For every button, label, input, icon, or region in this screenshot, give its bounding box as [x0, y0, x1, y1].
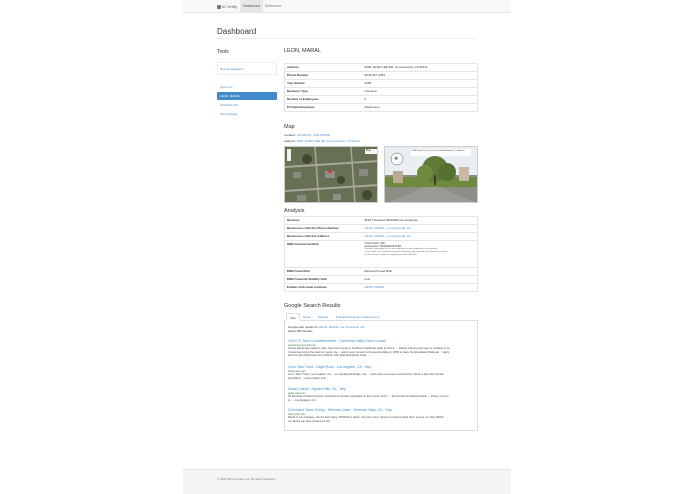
row-key: Businesses with this Phone Number [284, 224, 363, 233]
table-row: Business Type Unknown [284, 87, 478, 96]
table-row: DNB Financial Stability Risk Low [284, 275, 478, 284]
result-snippet: H. ... Los Angeles, CA. [288, 397, 317, 402]
row-value: 2906 JANET LEE DR, La Crescenta, CA 9121… [362, 63, 478, 72]
row-key: Year Started [284, 79, 363, 88]
intro-query-link[interactable]: LEON, MARAL, La Crescenta, CA [319, 325, 365, 329]
phone-matches-link[interactable]: LEON, MARAL - La Crescenta, CA [362, 224, 478, 233]
business-name: LEON, MARAL [284, 48, 321, 54]
table-row: Year Started 2005 [284, 79, 478, 88]
location-line: Location: 34.234179, -118.237008 [284, 133, 330, 137]
analysis-table: Revenue $500 Thousand ($100000 per employ… [284, 216, 478, 292]
row-value: 0 [362, 95, 478, 104]
map-type-button[interactable]: Map [366, 149, 371, 152]
tab-principal-employee[interactable]: Principal Employee (Maral Leon) [333, 313, 383, 321]
sidebar-item-access-inc[interactable]: ACCESS INC [217, 101, 277, 109]
street-view-caption: 2906 Janet Lee Dr, La Crescenta-Montrose… [412, 150, 465, 152]
row-key: Address [284, 63, 363, 72]
row-value: (818) 957-4059 [362, 71, 478, 80]
new-investigation-link[interactable]: New Investigation [217, 65, 277, 73]
search-section-title: Google Search Results [284, 303, 341, 309]
footer: © 2013 Who Knows, Inc. All rights reserv… [183, 469, 511, 494]
principle-entities-link[interactable]: LEON, MARAL [362, 283, 478, 292]
row-value: 2005 [362, 79, 478, 88]
map-section-title: Map [284, 124, 295, 130]
table-row: Address 2906 JANET LEE DR, La Crescenta, … [284, 63, 478, 72]
row-value: Unknown [362, 87, 478, 96]
brand[interactable]: ID Verify [217, 4, 237, 9]
divider [217, 38, 477, 39]
table-row: Number of Employees 0 [284, 95, 478, 104]
row-value: Reduced Fraud Risk [362, 267, 478, 276]
page-container: ID Verify Dashboard Reference Dashboard … [183, 0, 511, 494]
search-intro: Google web results for LEON, MARAL, La C… [288, 325, 474, 333]
location-label: Location: [284, 133, 297, 137]
analysis-section-title: Analysis [284, 208, 305, 214]
id-card-icon [217, 4, 221, 9]
row-value: $500 Thousand ($100000 per employee [362, 216, 478, 225]
table-row: Businesses with this Phone Number LEON, M… [284, 224, 478, 233]
address-label: Address: [284, 139, 296, 143]
list-item: Maral Cuisine - Agoura Hills, CA - Yelp … [288, 387, 474, 402]
table-row: DNB Commercial Risk Credit Score: 528 As… [284, 240, 478, 268]
list-item: Scheduled Glass Tinting - Sherman Oaks -… [288, 408, 474, 423]
tab-patents[interactable]: Patents [315, 313, 331, 321]
page-title: Dashboard [217, 27, 257, 36]
risk-note: of slow history. Limited or insignifican… [364, 254, 418, 257]
table-row: Entities with same principle LEON, MARAL [284, 283, 478, 292]
row-key: DNB Fraud Risk [284, 267, 363, 276]
row-key: Business Type [284, 87, 363, 96]
row-key: DNB Financial Stability Risk [284, 275, 363, 284]
street-view-image [385, 147, 477, 202]
sidebar-item-leon-maral[interactable]: LEON, MARAL [217, 92, 277, 100]
location-link[interactable]: 34.234179, -118.237008 [297, 133, 329, 137]
street-view[interactable]: 2906 Janet Lee Dr, La Crescenta-Montrose… [384, 146, 478, 203]
sidebar-item-john-renard[interactable]: John Renard [217, 110, 277, 118]
table-row: Businesses with this Address LEON, MARAL … [284, 232, 478, 241]
result-snippet: and his wife Maral have two children who… [288, 353, 370, 358]
search-results-panel: Google web results for LEON, MARAL, La C… [284, 321, 478, 431]
list-item: Leo's Taco Truck - Eagle Rock - Los Ange… [288, 365, 474, 380]
row-key: Number of Employees [284, 95, 363, 104]
address-link[interactable]: 2906 JANET LEE DR, La Crescenta, CA 9121… [297, 139, 360, 143]
sidebar-item-apple[interactable]: Apple Inc. [217, 83, 277, 91]
table-row: Phone Number (818) 957-4059 [284, 71, 478, 80]
result-snippet: our family we have trusted our tint ... [288, 418, 334, 423]
row-key: Entities with same principle [284, 283, 363, 292]
brand-name: ID Verify [222, 4, 238, 9]
compass-icon[interactable]: ✥ [394, 156, 398, 162]
tab-web[interactable]: Web [286, 313, 301, 321]
row-value: Maral Leon [362, 103, 478, 112]
footer-text: © 2013 Who Knows, Inc. All rights reserv… [217, 477, 276, 481]
commercial-risk-value: Credit Score: 528 Assessment: MODERATE R… [362, 240, 478, 268]
sidebar-title: Tools [217, 49, 229, 55]
business-info-table: Address 2906 JANET LEE DR, La Crescenta, … [284, 63, 478, 112]
row-value: Low [362, 275, 478, 284]
row-key: DNB Commercial Risk [284, 240, 363, 268]
satellite-map[interactable]: Map [284, 146, 378, 203]
address-line: Address: 2906 JANET LEE DR, La Crescenta… [284, 139, 360, 143]
row-key: Principal Employee [284, 103, 363, 112]
tab-news[interactable]: News [300, 313, 314, 321]
table-row: Revenue $500 Thousand ($100000 per employ… [284, 216, 478, 225]
row-key: Phone Number [284, 71, 363, 80]
result-count: About 286 Results [288, 329, 313, 333]
satellite-map-image [285, 147, 377, 202]
result-snippet: and Maral ... except that's how ... [288, 375, 329, 380]
navbar: ID Verify Dashboard Reference [183, 0, 511, 13]
nav-tab-dashboard[interactable]: Dashboard [240, 0, 264, 12]
table-row: Principal Employee Maral Leon [284, 103, 478, 112]
row-key: Businesses with this Address [284, 232, 363, 241]
nav-tab-reference[interactable]: Reference [262, 0, 284, 12]
list-item: 2013 CV Town Councilmembers - Crescenta … [288, 339, 474, 358]
row-key: Revenue [284, 216, 363, 225]
address-matches-link[interactable]: LEON, MARAL - La Crescenta, CA [362, 232, 478, 241]
table-row: DNB Fraud Risk Reduced Fraud Risk [284, 267, 478, 276]
search-tabs: Web News Patents Principal Employee (Mar… [284, 313, 478, 321]
